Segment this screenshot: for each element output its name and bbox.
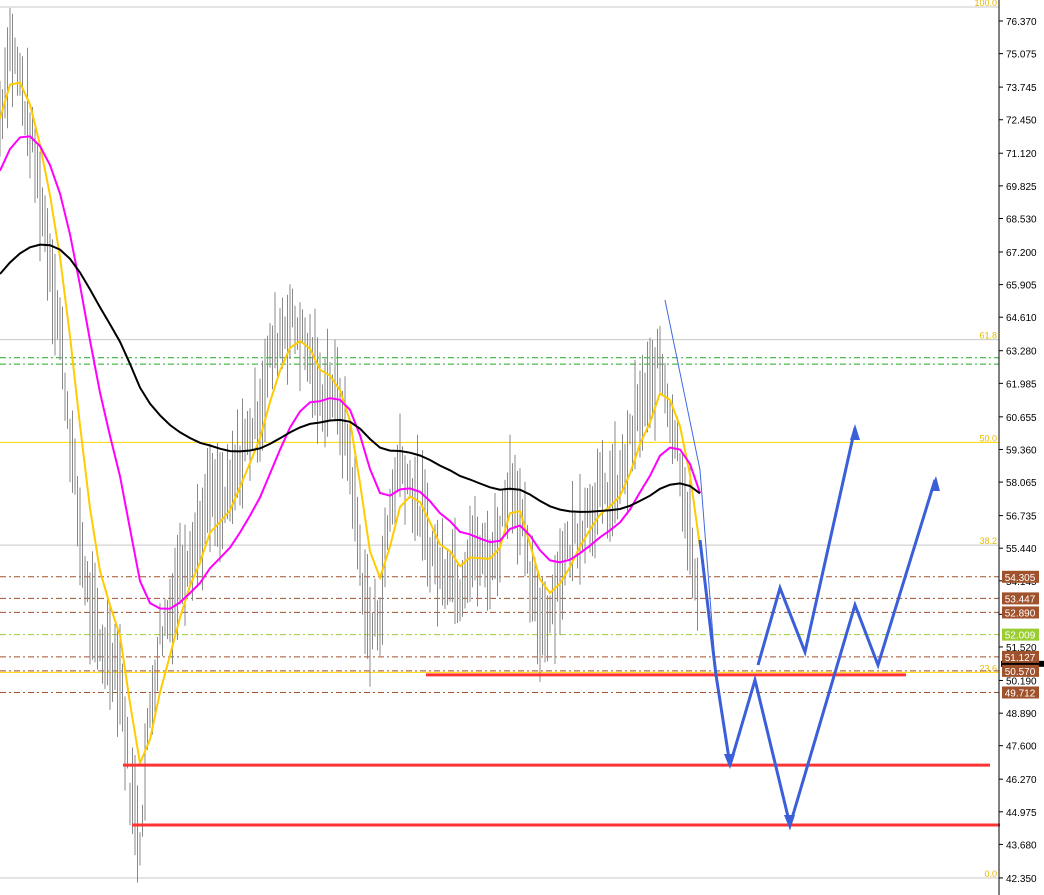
axis-tick-label: 59.360 [1006, 445, 1037, 456]
axis-tick-label: 76.370 [1006, 17, 1037, 28]
forecast-arrows [664, 299, 940, 831]
fib-level-label: 38.2 [979, 536, 997, 546]
price-tag-label: 52.009 [1005, 631, 1036, 642]
axis-tick-label: 64.610 [1006, 313, 1037, 324]
fib-level-label: 100.0 [974, 0, 997, 8]
fib-level-label: 61.8 [979, 331, 997, 341]
price-chart[interactable]: 100.0 61.8 50.0 38.2 23.6 0.0 76.370 75.075 73.… [0, 0, 1044, 895]
arrowhead-icon [850, 424, 860, 440]
price-tag-label: 53.447 [1005, 594, 1036, 605]
axis-tick-label: 61.985 [1006, 379, 1037, 390]
axis-tick-label: 63.280 [1006, 347, 1037, 358]
axis-tick-label: 44.975 [1006, 808, 1037, 819]
fib-level-label: 23.6 [979, 663, 997, 673]
axis-tick-label: 60.655 [1006, 413, 1037, 424]
arrowhead-icon [724, 754, 735, 769]
axis-tick-label: 47.600 [1006, 742, 1037, 753]
fib-level-label: 0.0 [984, 869, 997, 879]
axis-tick-label: 72.450 [1006, 116, 1037, 127]
axis-tick-label: 73.745 [1006, 83, 1037, 94]
axis-tick-label: 71.120 [1006, 149, 1037, 160]
arrowhead-icon [930, 476, 940, 491]
axis-tick-label: 48.890 [1006, 709, 1037, 720]
fib-level-label: 50.0 [979, 433, 997, 443]
axis-tick-label: 65.905 [1006, 281, 1037, 292]
axis-tick-label: 67.200 [1006, 248, 1037, 259]
axis-tick-label: 58.065 [1006, 478, 1037, 489]
price-tag-label: 52.890 [1005, 608, 1036, 619]
axis-tick-label: 75.075 [1006, 50, 1037, 61]
axis-tick-label: 42.350 [1006, 874, 1037, 885]
axis-tick-label: 50.190 [1006, 676, 1037, 687]
forecast-path-a [698, 479, 937, 831]
price-tag-label: 51.127 [1005, 653, 1036, 664]
axis-tick-label: 55.440 [1006, 544, 1037, 555]
price-tag-label: 54.305 [1005, 573, 1036, 584]
axis-tick-label: 69.825 [1006, 182, 1037, 193]
chart-window[interactable]: 100.0 61.8 50.0 38.2 23.6 0.0 76.370 75.075 73.… [0, 0, 1044, 895]
axis-tick-label: 56.735 [1006, 512, 1037, 523]
price-tag-label: 49.712 [1005, 688, 1036, 699]
forecast-path-b [756, 427, 857, 666]
axis-tick-label: 43.680 [1006, 840, 1037, 851]
arrowhead-icon [784, 815, 795, 830]
axis-tick-label: 46.270 [1006, 775, 1037, 786]
axis-tick-label: 68.530 [1006, 214, 1037, 225]
price-tag-label: 50.570 [1005, 667, 1036, 678]
